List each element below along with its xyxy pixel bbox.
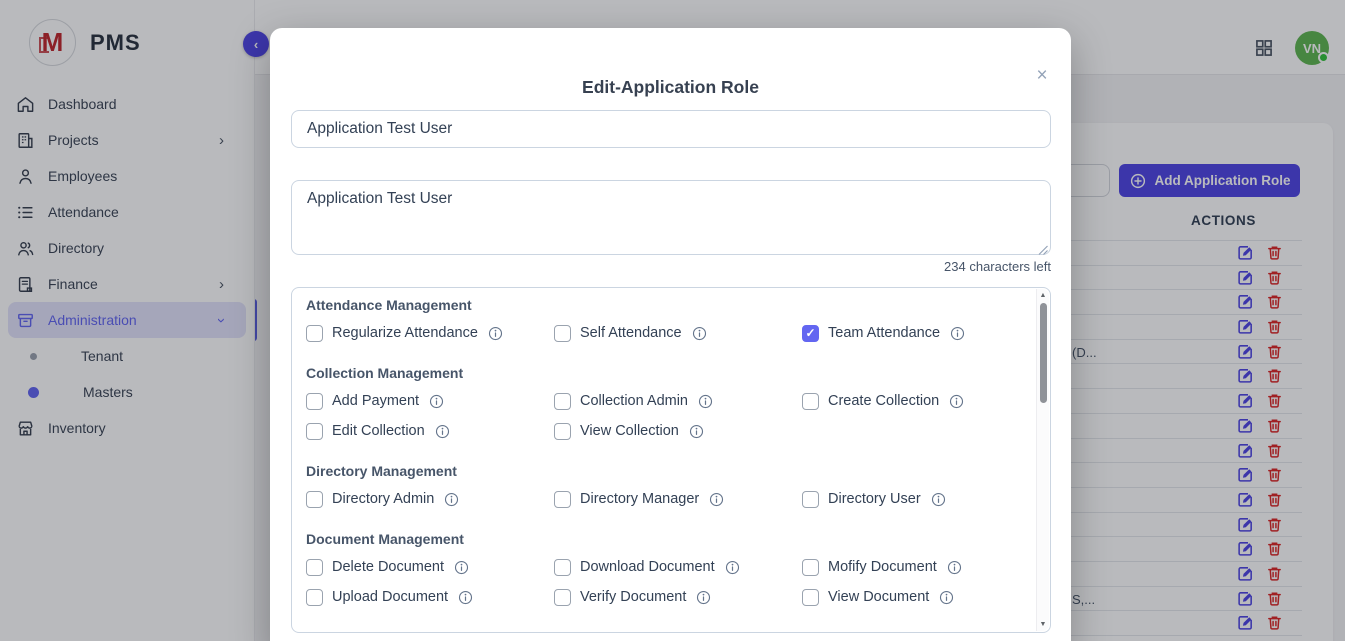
checkbox-unchecked[interactable] [554,589,571,606]
permission-item[interactable]: ✓ Team Attendance [802,323,1016,343]
permission-item[interactable]: Directory Admin [306,489,554,509]
info-icon[interactable] [709,492,724,507]
characters-left-counter: 234 characters left [944,259,1051,274]
permission-section: Collection Management Add Payment Collecti… [306,365,1016,441]
permission-item[interactable]: Create Collection [802,391,1016,411]
app-root: VN M PMS Dashboard Projects › Employees [0,0,1345,641]
checkbox-unchecked[interactable] [306,589,323,606]
info-icon[interactable] [939,590,954,605]
permission-section-heading: Directory Management [306,463,1016,479]
permission-item[interactable]: Directory Manager [554,489,802,509]
permission-item[interactable]: Collection Admin [554,391,802,411]
permission-label: Team Attendance [828,325,940,341]
info-icon[interactable] [949,394,964,409]
info-icon[interactable] [689,424,704,439]
permission-grid: Add Payment Collection Admin Create Collec… [306,391,1016,441]
info-icon[interactable] [435,424,450,439]
permission-section: Directory ManagementDirectory AdminDirec… [306,463,1016,509]
description-textarea[interactable]: Application Test User [291,180,1051,255]
info-icon[interactable] [454,560,469,575]
info-icon[interactable] [931,492,946,507]
modal-title: Edit-Application Role [270,77,1071,98]
permission-item[interactable]: Verify Document [554,587,802,607]
checkbox-unchecked[interactable] [802,589,819,606]
checkbox-checked[interactable]: ✓ [802,325,819,342]
check-icon: ✓ [805,327,815,339]
permission-item[interactable]: Delete Document [306,557,554,577]
permission-label: Directory User [828,491,921,507]
permission-label: Edit Collection [332,423,425,439]
permission-label: Self Attendance [580,325,682,341]
permission-label: View Collection [580,423,679,439]
scroll-down-icon[interactable]: ▼ [1037,621,1049,628]
permission-item[interactable]: Add Payment [306,391,554,411]
permission-label: Verify Document [580,589,686,605]
checkbox-unchecked[interactable] [554,423,571,440]
info-icon[interactable] [458,590,473,605]
permission-label: Collection Admin [580,393,688,409]
edit-application-role-modal: Edit-Application Role × Role* Descriptio… [270,28,1071,641]
checkbox-unchecked[interactable] [554,393,571,410]
info-icon[interactable] [692,326,707,341]
info-icon[interactable] [444,492,459,507]
permission-label: Upload Document [332,589,448,605]
permission-item[interactable]: Regularize Attendance [306,323,554,343]
close-button[interactable]: × [1027,62,1057,90]
info-icon[interactable] [725,560,740,575]
info-icon[interactable] [950,326,965,341]
permission-item[interactable]: Edit Collection [306,421,554,441]
permission-grid: Directory Admin Directory Manager Director… [306,489,1016,509]
permission-grid: Regularize Attendance Self Attendance ✓ Tea… [306,323,1016,343]
checkbox-unchecked[interactable] [554,559,571,576]
checkbox-unchecked[interactable] [554,491,571,508]
permission-section: Attendance Management Regularize Attendan… [306,297,1016,343]
permission-label: View Document [828,589,929,605]
permission-grid: Delete Document Download Document Mofify D… [306,557,1016,607]
permission-section-heading: Collection Management [306,365,1016,381]
info-icon[interactable] [698,394,713,409]
checkbox-unchecked[interactable] [802,491,819,508]
permission-item[interactable]: Self Attendance [554,323,802,343]
checkbox-unchecked[interactable] [306,491,323,508]
info-icon[interactable] [947,560,962,575]
permissions-panel: Attendance Management Regularize Attendan… [291,287,1051,633]
permission-item[interactable]: View Collection [554,421,802,441]
permission-section-heading: Document Management [306,531,1016,547]
permission-section-heading: Attendance Management [306,297,1016,313]
permission-label: Create Collection [828,393,939,409]
checkbox-unchecked[interactable] [554,325,571,342]
permission-item[interactable]: Download Document [554,557,802,577]
info-icon[interactable] [429,394,444,409]
checkbox-unchecked[interactable] [306,393,323,410]
role-input[interactable] [291,110,1051,148]
permission-label: Add Payment [332,393,419,409]
permission-item[interactable]: Upload Document [306,587,554,607]
checkbox-unchecked[interactable] [306,325,323,342]
info-icon[interactable] [488,326,503,341]
permission-label: Directory Manager [580,491,699,507]
permission-label: Regularize Attendance [332,325,478,341]
checkbox-unchecked[interactable] [802,393,819,410]
permission-label: Mofify Document [828,559,937,575]
permission-label: Directory Admin [332,491,434,507]
scrollbar-thumb[interactable] [1040,303,1047,403]
checkbox-unchecked[interactable] [306,559,323,576]
permission-section: Document Management Delete Document Downlo… [306,531,1016,607]
permission-sections: Attendance Management Regularize Attendan… [306,297,1016,607]
scroll-up-icon[interactable]: ▲ [1037,292,1049,299]
permission-item[interactable]: Mofify Document [802,557,1016,577]
checkbox-unchecked[interactable] [306,423,323,440]
permission-item[interactable]: Directory User [802,489,1016,509]
permission-label: Download Document [580,559,715,575]
permission-item[interactable]: View Document [802,587,1016,607]
panel-scrollbar[interactable]: ▲ ▼ [1036,289,1049,631]
permission-label: Delete Document [332,559,444,575]
checkbox-unchecked[interactable] [802,559,819,576]
close-icon: × [1036,65,1047,87]
info-icon[interactable] [696,590,711,605]
